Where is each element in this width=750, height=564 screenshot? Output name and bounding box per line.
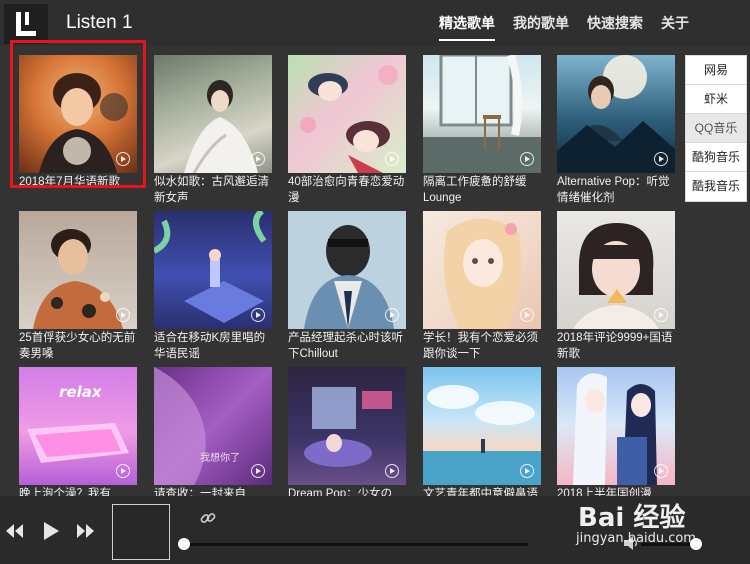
playlist-title: 2018上半年国创漫 xyxy=(557,488,652,496)
play-icon[interactable] xyxy=(251,464,265,478)
play-icon[interactable] xyxy=(385,152,399,166)
source-qq-music[interactable]: QQ音乐 xyxy=(686,114,746,143)
playlist-card[interactable]: 2018年7月华语新歌 xyxy=(19,55,137,206)
source-netease[interactable]: 网易 xyxy=(686,56,746,85)
playlist-cover[interactable] xyxy=(19,211,137,329)
playlist-card[interactable]: Dream Pop：少女の xyxy=(288,367,406,496)
play-icon[interactable] xyxy=(520,464,534,478)
playlist-title: 25首俘获少女心的无前奏男嗓 xyxy=(19,332,136,360)
playlist-cover[interactable] xyxy=(288,55,406,173)
playlist-card[interactable]: 学长！我有个恋爱必须跟你谈一下 xyxy=(423,211,541,362)
playlist-title: 2018年7月华语新歌 xyxy=(19,176,120,188)
play-icon[interactable] xyxy=(251,308,265,322)
playlist-cover[interactable] xyxy=(19,55,137,173)
playlist-card[interactable]: 2018年评论9999+国语新歌 xyxy=(557,211,675,362)
playlist-cover[interactable] xyxy=(154,211,272,329)
play-icon[interactable] xyxy=(385,308,399,322)
playlist-cover[interactable] xyxy=(288,211,406,329)
play-icon[interactable] xyxy=(251,152,265,166)
now-playing-cover[interactable] xyxy=(112,504,170,560)
playlist-cover[interactable] xyxy=(557,211,675,329)
playlist-card[interactable]: 2018上半年国创漫 xyxy=(557,367,675,496)
play-icon[interactable] xyxy=(654,464,668,478)
playlist-cover[interactable]: 我想你了 xyxy=(154,367,272,485)
source-kuwo[interactable]: 酷我音乐 xyxy=(686,172,746,201)
playlist-cover[interactable] xyxy=(423,367,541,485)
play-icon[interactable] xyxy=(116,152,130,166)
playlist-cover[interactable] xyxy=(423,211,541,329)
playlist-title: 请查收：一封来自 xyxy=(154,488,246,496)
playlist-card[interactable]: 40部治愈向青春恋爱动漫 xyxy=(288,55,406,206)
source-kugou[interactable]: 酷狗音乐 xyxy=(686,143,746,172)
play-icon[interactable] xyxy=(654,308,668,322)
source-xiami[interactable]: 虾米 xyxy=(686,85,746,114)
playlist-cover[interactable] xyxy=(288,367,406,485)
playlist-title: 似水如歌：古风邂逅清新女声 xyxy=(154,176,269,204)
play-icon[interactable] xyxy=(116,464,130,478)
playlist-card[interactable]: 文艺青年都中意僻鼻语 xyxy=(423,367,541,496)
playlist-title: Dream Pop：少女の xyxy=(288,488,393,496)
playlist-title: 晚上泡个澡？我有 xyxy=(19,488,111,496)
playlist-title: Alternative Pop：听觉情绪催化剂 xyxy=(557,176,670,204)
playlist-title: 适合在移动K房里唱的华语民谣 xyxy=(154,332,266,360)
playlist-cover[interactable] xyxy=(557,55,675,173)
prev-icon[interactable] xyxy=(4,524,24,538)
playlist-cover[interactable] xyxy=(557,367,675,485)
playlist-grid: 2018年7月华语新歌 似水如歌：古风邂逅清新女声 40部治愈向青春恋爱动漫 隔… xyxy=(0,0,750,496)
playlist-title: 学长！我有个恋爱必须跟你谈一下 xyxy=(423,332,538,360)
next-icon[interactable] xyxy=(76,524,96,538)
playlist-cover[interactable] xyxy=(154,55,272,173)
link-icon[interactable] xyxy=(200,510,216,526)
playlist-title: 2018年评论9999+国语新歌 xyxy=(557,332,673,360)
playlist-cover[interactable] xyxy=(423,55,541,173)
play-icon[interactable] xyxy=(520,152,534,166)
baidu-jingyan-watermark: Bai 经验 jingyan.baidu.com xyxy=(574,497,750,564)
play-icon[interactable] xyxy=(520,308,534,322)
playlist-card[interactable]: 25首俘获少女心的无前奏男嗓 xyxy=(19,211,137,362)
playlist-title: 文艺青年都中意僻鼻语 xyxy=(423,488,538,496)
cover-relax-text: relax xyxy=(59,383,103,401)
progress-track[interactable] xyxy=(184,543,528,546)
playlist-title: 产品经理起杀心时该听下Chillout xyxy=(288,332,403,360)
progress-handle[interactable] xyxy=(178,538,190,550)
play-icon[interactable] xyxy=(42,522,60,540)
cover-miss-you-text: 我想你了 xyxy=(200,451,240,464)
playlist-card[interactable]: Alternative Pop：听觉情绪催化剂 xyxy=(557,55,675,206)
playlist-card[interactable]: 隔离工作疲惫的舒缓Lounge xyxy=(423,55,541,206)
play-icon[interactable] xyxy=(654,152,668,166)
playlist-card[interactable]: 适合在移动K房里唱的华语民谣 xyxy=(154,211,272,362)
playlist-title: 隔离工作疲惫的舒缓Lounge xyxy=(423,176,527,204)
music-source-list: 网易 虾米 QQ音乐 酷狗音乐 酷我音乐 xyxy=(685,55,747,202)
playlist-card[interactable]: 我想你了 请查收：一封来自 xyxy=(154,367,272,496)
play-icon[interactable] xyxy=(385,464,399,478)
playlist-cover[interactable]: relax xyxy=(19,367,137,485)
watermark-url: jingyan.baidu.com xyxy=(576,531,696,546)
playlist-card[interactable]: 似水如歌：古风邂逅清新女声 xyxy=(154,55,272,206)
playlist-title: 40部治愈向青春恋爱动漫 xyxy=(288,176,405,204)
playlist-card[interactable]: relax 晚上泡个澡？我有 xyxy=(19,367,137,496)
play-icon[interactable] xyxy=(116,308,130,322)
watermark-brand: Bai 经验 xyxy=(578,503,686,533)
playlist-card[interactable]: 产品经理起杀心时该听下Chillout xyxy=(288,211,406,362)
